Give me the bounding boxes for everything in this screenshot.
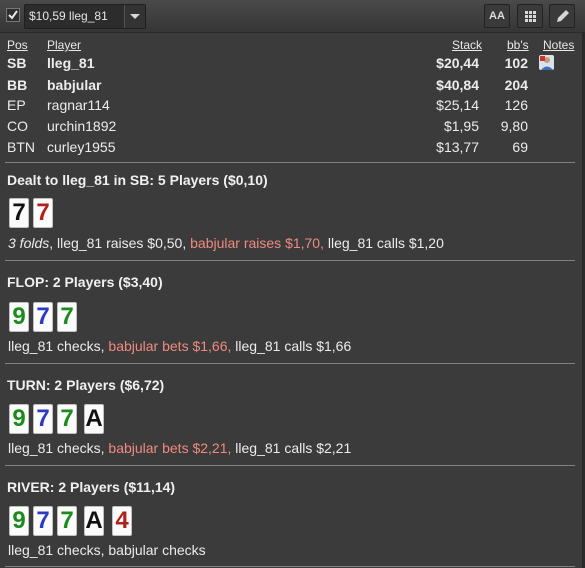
card: 7 bbox=[57, 506, 77, 536]
card: 7 bbox=[33, 302, 53, 332]
divider bbox=[5, 566, 575, 567]
divider bbox=[5, 363, 575, 364]
row-bbs: 9,80 bbox=[500, 118, 528, 134]
header-player[interactable]: Player bbox=[47, 38, 81, 52]
dropdown-arrow[interactable] bbox=[124, 5, 145, 28]
card: 7 bbox=[33, 506, 53, 536]
row-pos: BTN bbox=[7, 139, 35, 155]
card: 9 bbox=[9, 506, 29, 536]
street-title: TURN: 2 Players ($6,72) bbox=[7, 377, 165, 393]
row-player[interactable]: lleg_81 bbox=[47, 55, 94, 71]
card-rank: A bbox=[85, 405, 103, 432]
checkbox-checked-icon[interactable] bbox=[6, 8, 20, 22]
card-rank: 7 bbox=[60, 303, 74, 330]
card: 4 bbox=[112, 506, 132, 536]
row-stack: $13,77 bbox=[436, 139, 479, 155]
action-segment: lleg_81 calls $1,20 bbox=[324, 235, 444, 251]
divider bbox=[5, 260, 575, 261]
row-player[interactable]: ragnar114 bbox=[47, 97, 110, 113]
row-bbs: 126 bbox=[504, 97, 528, 113]
card: A bbox=[84, 404, 104, 434]
card-rank: 7 bbox=[36, 199, 50, 226]
grid-button[interactable] bbox=[517, 4, 543, 28]
card-rank: 7 bbox=[60, 507, 74, 534]
action-segment: babjular raises $1,70, bbox=[190, 235, 324, 251]
card: A bbox=[84, 506, 104, 536]
action-segment: lleg_81 checks, babjular checks bbox=[8, 542, 206, 558]
row-player[interactable]: babjular bbox=[47, 77, 101, 93]
action-segment: 3 folds bbox=[8, 235, 50, 251]
row-bbs: 69 bbox=[512, 139, 528, 155]
action-segment: lleg_81 calls $1,66 bbox=[231, 338, 352, 354]
row-pos: CO bbox=[7, 118, 28, 134]
action-segment: babjular bets $1,66, bbox=[108, 338, 232, 354]
street-action: 3 folds, lleg_81 raises $0,50, babjular … bbox=[8, 235, 444, 251]
chevron-down-icon bbox=[130, 14, 140, 19]
card: 9 bbox=[9, 302, 29, 332]
row-stack: $40,84 bbox=[436, 77, 479, 93]
card-rank: 9 bbox=[12, 507, 26, 534]
card-rank: 9 bbox=[12, 405, 26, 432]
card-rank: 9 bbox=[12, 303, 26, 330]
row-stack: $1,95 bbox=[443, 118, 479, 134]
divider bbox=[5, 465, 575, 466]
grid-icon bbox=[525, 11, 536, 22]
row-pos: BB bbox=[7, 77, 28, 93]
header-notes[interactable]: Notes bbox=[543, 38, 574, 52]
font-size-button[interactable]: AA bbox=[484, 4, 510, 28]
card-rank: 7 bbox=[36, 507, 50, 534]
header-bbs[interactable]: bb's bbox=[507, 38, 529, 52]
street-title: RIVER: 2 Players ($11,14) bbox=[7, 479, 176, 495]
pencil-icon bbox=[557, 10, 569, 22]
card-rank: 7 bbox=[36, 303, 50, 330]
divider bbox=[5, 162, 575, 163]
street-title: FLOP: 2 Players ($3,40) bbox=[7, 274, 163, 290]
toolbar: $10,59 lleg_81 AA bbox=[0, 0, 585, 33]
row-stack: $20,44 bbox=[436, 55, 479, 71]
row-bbs: 204 bbox=[504, 77, 528, 93]
card-rank: 7 bbox=[36, 405, 50, 432]
row-pos: SB bbox=[7, 55, 27, 71]
card: 7 bbox=[57, 302, 77, 332]
street-action: lleg_81 checks, babjular bets $1,66, lle… bbox=[8, 338, 351, 354]
card: 7 bbox=[33, 198, 53, 228]
font-size-label: AA bbox=[489, 10, 505, 22]
card: 7 bbox=[9, 198, 29, 228]
row-bbs: 102 bbox=[504, 55, 528, 71]
card-rank: A bbox=[85, 507, 103, 534]
row-player[interactable]: curley1955 bbox=[47, 139, 116, 155]
card-rank: 7 bbox=[12, 199, 26, 226]
hand-select[interactable]: $10,59 lleg_81 bbox=[24, 4, 146, 29]
row-pos: EP bbox=[7, 97, 26, 113]
action-segment: lleg_81 checks, bbox=[8, 338, 109, 354]
card: 9 bbox=[9, 404, 29, 434]
row-player[interactable]: urchin1892 bbox=[47, 118, 116, 134]
card-rank: 4 bbox=[115, 507, 129, 534]
street-title: Dealt to lleg_81 in SB: 5 Players ($0,10… bbox=[7, 172, 268, 188]
street-action: lleg_81 checks, babjular bets $2,21, lle… bbox=[8, 440, 351, 456]
card: 7 bbox=[57, 404, 77, 434]
edit-button[interactable] bbox=[549, 4, 575, 28]
action-segment: babjular bets $2,21, bbox=[108, 440, 232, 456]
player-note-icon[interactable] bbox=[539, 55, 554, 70]
header-stack[interactable]: Stack bbox=[452, 38, 482, 52]
action-segment: lleg_81 checks, bbox=[8, 440, 109, 456]
action-segment: , lleg_81 raises $0,50, bbox=[49, 235, 191, 251]
card-rank: 7 bbox=[60, 405, 74, 432]
header-pos[interactable]: Pos bbox=[7, 38, 28, 52]
card: 7 bbox=[33, 404, 53, 434]
hand-select-value: $10,59 lleg_81 bbox=[29, 9, 108, 23]
action-segment: lleg_81 calls $2,21 bbox=[231, 440, 352, 456]
street-action: lleg_81 checks, babjular checks bbox=[8, 542, 206, 558]
row-stack: $25,14 bbox=[436, 97, 479, 113]
